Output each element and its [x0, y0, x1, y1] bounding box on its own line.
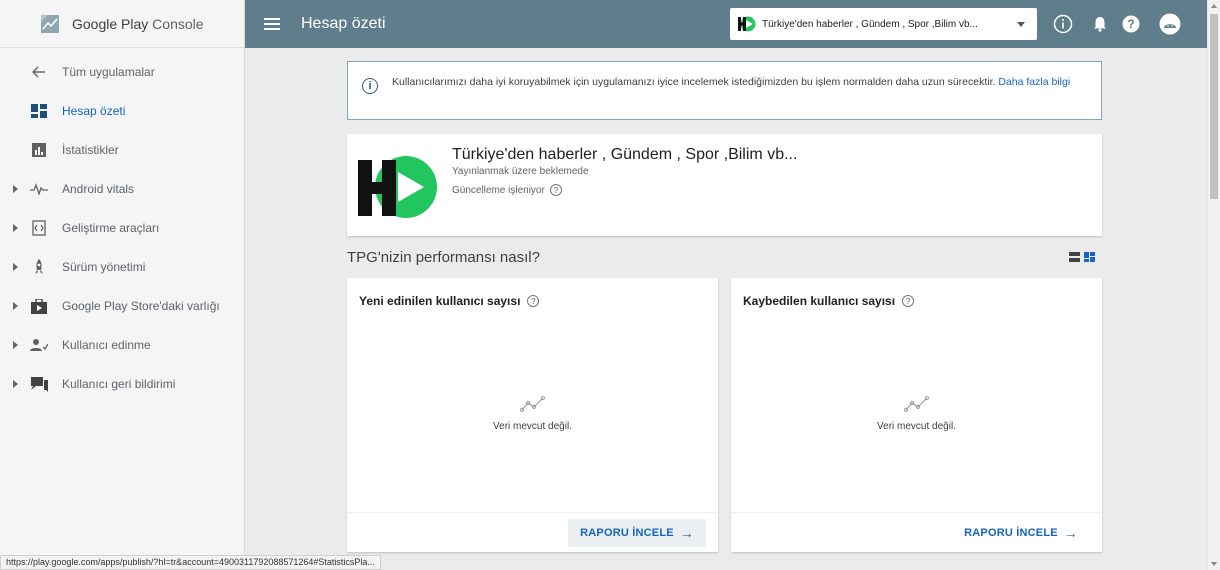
sidebar-item-label: Android vitals — [62, 181, 135, 196]
user-add-icon — [30, 336, 48, 354]
empty-state-text: Veri mevcut değil. — [877, 421, 956, 432]
sidebar-item-statistics[interactable]: İstatistikler — [0, 130, 244, 169]
rocket-icon — [30, 258, 48, 276]
button-label: RAPORU İNCELE — [964, 527, 1058, 539]
bell-icon[interactable] — [1088, 12, 1112, 36]
sidebar-item-label: Tüm uygulamalar — [62, 64, 155, 79]
app-logo-icon — [358, 156, 437, 218]
view-report-button[interactable]: RAPORU İNCELE → — [568, 519, 706, 547]
chevron-right-icon — [13, 302, 18, 310]
svg-text:?: ? — [1127, 17, 1134, 31]
arrow-right-icon: → — [679, 525, 694, 541]
empty-state: Veri mevcut değil. — [731, 395, 1102, 432]
trend-line-icon — [903, 395, 929, 413]
sidebar-item-label: Sürüm yönetimi — [62, 259, 146, 274]
sidebar-item-dashboard[interactable]: Hesap özeti — [0, 91, 244, 130]
sidebar-item-label: Kullanıcı edinme — [62, 337, 151, 352]
app-logo-icon — [738, 16, 756, 32]
app-summary-card: Türkiye'den haberler , Gündem , Spor ,Bi… — [347, 134, 1102, 236]
sidebar-item-store-presence[interactable]: Google Play Store'daki varlığı — [0, 286, 244, 325]
page-scrollbar[interactable] — [1207, 0, 1220, 570]
sidebar-item-user-feedback[interactable]: Kullanıcı geri bildirimi — [0, 364, 244, 403]
new-users-card: Yeni edinilen kullanıcı sayısı ? Veri me… — [347, 278, 718, 552]
empty-state: Veri mevcut değil. — [347, 395, 718, 432]
sidebar-item-android-vitals[interactable]: Android vitals — [0, 169, 244, 208]
status-bar-url: https://play.google.com/apps/publish/?hl… — [0, 555, 381, 570]
brand-name: Google Play — [72, 15, 149, 32]
sidebar-nav: Tüm uygulamalar Hesap özeti İstatistikle… — [0, 48, 244, 403]
review-notice-banner: i Kullanıcılarımızı daha iyi koruyabilme… — [347, 61, 1102, 120]
trend-line-icon — [519, 395, 545, 413]
card-title-text: Yeni edinilen kullanıcı sayısı — [359, 294, 521, 308]
sidebar-item-user-acquisition[interactable]: Kullanıcı edinme — [0, 325, 244, 364]
help-icon[interactable]: ? — [549, 184, 562, 196]
sidebar-item-all-apps[interactable]: Tüm uygulamalar — [0, 52, 244, 91]
scroll-down-arrow-icon[interactable] — [1211, 562, 1217, 566]
dashboard-icon — [30, 102, 48, 120]
app-publish-status: Yayınlanmak üzere beklemede — [452, 166, 589, 177]
chevron-down-icon — [1017, 22, 1025, 27]
brand-suffix: Console — [152, 15, 204, 32]
brand-header[interactable]: Google Play Console — [0, 0, 244, 48]
scrollbar-thumb[interactable] — [1210, 14, 1218, 199]
chevron-right-icon — [13, 185, 18, 193]
chevron-right-icon — [13, 380, 18, 388]
help-icon[interactable]: ? — [527, 295, 540, 307]
sidebar: Google Play Console Tüm uygulamalar Hesa… — [0, 0, 245, 570]
card-title: Yeni edinilen kullanıcı sayısı ? — [359, 294, 540, 308]
app-selector-value: Türkiye'den haberler , Gündem , Spor ,Bi… — [762, 18, 978, 30]
sidebar-item-release-management[interactable]: Sürüm yönetimi — [0, 247, 244, 286]
chevron-right-icon — [13, 224, 18, 232]
scroll-up-arrow-icon[interactable] — [1211, 4, 1217, 8]
pulse-icon — [30, 180, 48, 198]
performance-section-title: TPG'nizin performansı nasıl? — [347, 249, 540, 266]
store-icon — [30, 297, 48, 315]
app-selector-dropdown[interactable]: Türkiye'den haberler , Gündem , Spor ,Bi… — [730, 8, 1037, 40]
card-footer: RAPORU İNCELE → — [347, 512, 718, 552]
lost-users-card: Kaybedilen kullanıcı sayısı ? Veri mevcu… — [731, 278, 1102, 552]
list-view-icon[interactable] — [1069, 252, 1080, 262]
arrow-right-icon: → — [1063, 525, 1078, 541]
sidebar-item-label: Kullanıcı geri bildirimi — [62, 376, 176, 391]
notice-text: Kullanıcılarımızı daha iyi koruyabilmek … — [392, 74, 1085, 119]
main-content: i Kullanıcılarımızı daha iyi koruyabilme… — [245, 48, 1207, 570]
top-app-bar: Hesap özeti Türkiye'den haberler , Günde… — [245, 0, 1207, 48]
view-toggle — [1069, 252, 1095, 262]
help-icon[interactable]: ? — [902, 295, 915, 307]
info-icon: i — [362, 78, 378, 94]
grid-view-icon[interactable] — [1084, 252, 1095, 262]
play-console-logo-icon — [38, 12, 62, 36]
dev-tools-icon — [30, 219, 48, 237]
hamburger-menu-icon[interactable] — [264, 18, 280, 30]
card-title: Kaybedilen kullanıcı sayısı ? — [743, 294, 915, 308]
app-title: Türkiye'den haberler , Gündem , Spor ,Bi… — [452, 146, 798, 163]
update-status-text: Güncelleme işleniyor — [452, 184, 545, 196]
view-report-button[interactable]: RAPORU İNCELE → — [952, 519, 1090, 547]
button-label: RAPORU İNCELE — [580, 527, 674, 539]
learn-more-link[interactable]: Daha fazla bilgi — [998, 76, 1070, 88]
sidebar-item-label: Geliştirme araçları — [62, 220, 160, 235]
bar-chart-icon — [30, 141, 48, 159]
chevron-right-icon — [13, 263, 18, 271]
chevron-right-icon — [13, 341, 18, 349]
feedback-icon — [30, 375, 48, 393]
app-update-status: Güncelleme işleniyor ? — [452, 184, 562, 196]
help-icon[interactable]: ? — [1119, 12, 1143, 36]
card-footer: RAPORU İNCELE → — [731, 512, 1102, 552]
sidebar-item-label: Hesap özeti — [62, 103, 126, 118]
sidebar-item-label: İstatistikler — [62, 142, 119, 157]
info-icon[interactable] — [1051, 12, 1075, 36]
arrow-back-icon — [30, 63, 48, 81]
brand-title: Google Play Console — [72, 16, 204, 32]
page-title: Hesap özeti — [301, 15, 386, 32]
card-title-text: Kaybedilen kullanıcı sayısı — [743, 294, 896, 308]
notice-message: Kullanıcılarımızı daha iyi koruyabilmek … — [392, 76, 999, 88]
account-avatar-icon[interactable] — [1158, 12, 1182, 36]
sidebar-item-label: Google Play Store'daki varlığı — [62, 298, 220, 313]
empty-state-text: Veri mevcut değil. — [493, 421, 572, 432]
sidebar-item-dev-tools[interactable]: Geliştirme araçları — [0, 208, 244, 247]
